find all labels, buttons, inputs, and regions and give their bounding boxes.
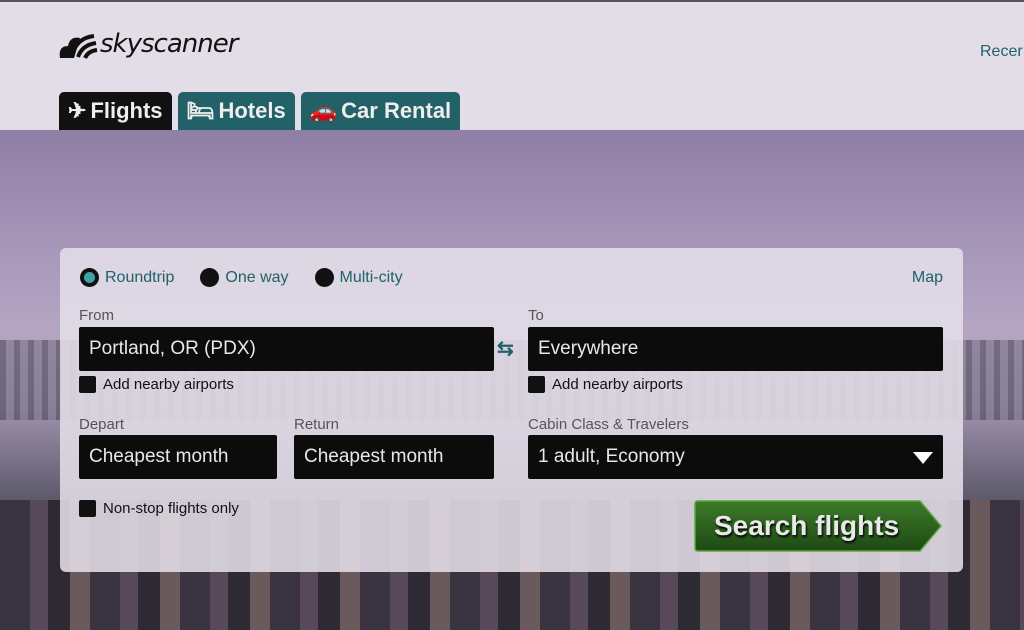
search-flights-button[interactable]: Search flights (694, 500, 942, 552)
cabin-label: Cabin Class & Travelers (528, 416, 689, 433)
cabin-travelers-select[interactable]: 1 adult, Economy (528, 435, 943, 479)
tab-car-rental[interactable]: 🚗 Car Rental (300, 92, 461, 130)
window-top-border (0, 0, 1024, 2)
from-label: From (79, 307, 114, 324)
car-icon: 🚗 (309, 98, 338, 123)
recent-link[interactable]: Recer (980, 43, 1023, 61)
tab-flights[interactable]: ✈ Flights (59, 92, 172, 130)
tab-hotels[interactable]: 🛏 Hotels (177, 92, 295, 130)
swap-icon[interactable]: ⇆ (497, 336, 514, 361)
from-input[interactable]: Portland, OR (PDX) (79, 327, 494, 371)
skyscanner-logo[interactable]: skyscanner (58, 28, 238, 60)
radio-multi-city[interactable]: Multi-city (314, 268, 403, 287)
to-nearby-checkbox[interactable]: Add nearby airports (528, 376, 683, 393)
cloud-logo-icon (59, 34, 98, 59)
plane-icon: ✈ (68, 98, 87, 123)
nonstop-checkbox[interactable]: Non-stop flights only (79, 500, 239, 517)
product-tabs: ✈ Flights 🛏 Hotels 🚗 Car Rental (59, 92, 461, 130)
bed-icon: 🛏 (186, 98, 215, 123)
depart-input[interactable]: Cheapest month (79, 435, 277, 479)
depart-label: Depart (79, 416, 125, 433)
from-nearby-checkbox[interactable]: Add nearby airports (79, 376, 234, 393)
map-link[interactable]: Map (912, 269, 943, 287)
radio-roundtrip[interactable]: Roundtrip (80, 268, 174, 287)
logo-text: skyscanner (100, 29, 238, 59)
radio-one-way[interactable]: One way (200, 268, 289, 287)
flight-search-panel: Roundtrip One way Multi-city Map From Po… (60, 248, 963, 572)
to-input[interactable]: Everywhere (528, 327, 943, 371)
to-label: To (528, 307, 544, 324)
return-label: Return (294, 416, 340, 433)
return-input[interactable]: Cheapest month (294, 435, 494, 479)
dropdown-caret-icon (913, 452, 933, 464)
